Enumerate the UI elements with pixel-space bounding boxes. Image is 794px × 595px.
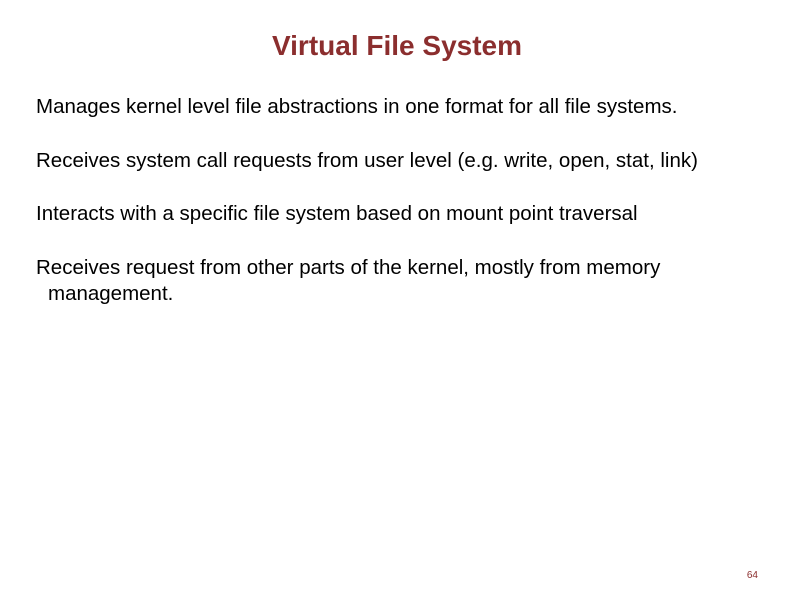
slide-container: Virtual File System Manages kernel level…	[0, 0, 794, 595]
body-paragraph: Receives request from other parts of the…	[48, 255, 758, 306]
body-paragraph: Interacts with a specific file system ba…	[48, 201, 758, 227]
page-number: 64	[747, 570, 758, 581]
body-paragraph: Manages kernel level file abstractions i…	[48, 94, 758, 120]
slide-title: Virtual File System	[36, 30, 758, 62]
body-paragraph: Receives system call requests from user …	[48, 148, 758, 174]
